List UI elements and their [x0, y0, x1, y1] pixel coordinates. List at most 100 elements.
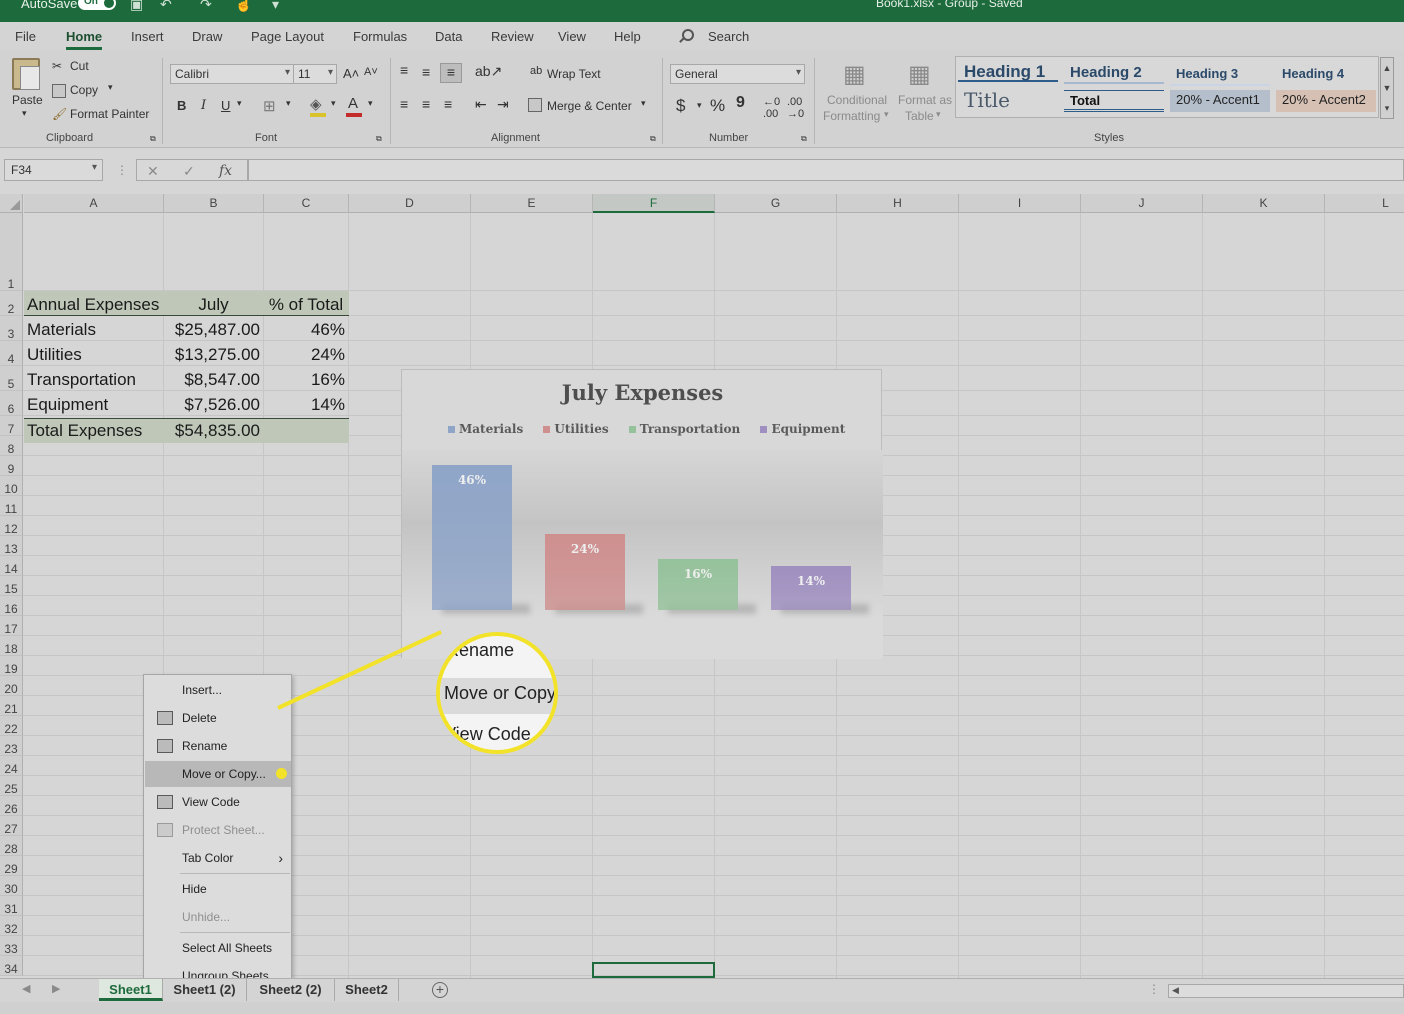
clipboard-launcher-icon[interactable]: ⧉ — [150, 134, 156, 144]
styles-scroll[interactable]: ▲ ▼ ▾ — [1380, 57, 1394, 119]
search-label[interactable]: Search — [708, 29, 749, 44]
alignment-launcher-icon[interactable]: ⧉ — [650, 134, 656, 144]
align-bottom-icon[interactable]: ≡ — [440, 63, 462, 83]
column-header-g[interactable]: G — [715, 194, 837, 213]
save-icon[interactable]: ▣ — [130, 0, 143, 13]
comma-button[interactable]: 9 — [736, 94, 745, 112]
menu-item-rename[interactable]: Rename — [145, 733, 291, 759]
copy-button[interactable]: Copy — [70, 83, 98, 97]
row-header-14[interactable]: 14 — [0, 556, 23, 576]
column-header-f[interactable]: F — [593, 194, 715, 213]
column-header-c[interactable]: C — [264, 194, 349, 213]
column-header-l[interactable]: L — [1325, 194, 1404, 213]
cell-c3[interactable]: 46% — [264, 317, 345, 342]
tab-insert[interactable]: Insert — [131, 29, 164, 44]
align-middle-icon[interactable]: ≡ — [422, 64, 430, 80]
cell-b6[interactable]: $7,526.00 — [164, 392, 260, 417]
chart[interactable]: July Expenses Materials Utilities Transp… — [401, 369, 883, 659]
menu-item-tab-color[interactable]: Tab Color › — [145, 845, 291, 871]
sheet-tab-sheet2[interactable]: Sheet2 — [335, 979, 399, 1001]
fill-color-icon[interactable]: ◈ — [310, 95, 322, 113]
chevron-left-icon[interactable]: ◀ — [22, 982, 30, 995]
tab-data[interactable]: Data — [435, 29, 462, 44]
active-cell-f34[interactable] — [592, 962, 715, 978]
select-all-button[interactable] — [0, 194, 23, 213]
cell-a4[interactable]: Utilities — [27, 342, 82, 367]
row-header-19[interactable]: 19 — [0, 656, 23, 676]
borders-icon[interactable]: ⊞ — [263, 97, 276, 115]
paste-icon[interactable] — [12, 58, 40, 90]
row-header-6[interactable]: 6 — [0, 391, 23, 416]
format-as-table-dropdown-icon[interactable]: ▾ — [936, 109, 941, 120]
italic-button[interactable]: I — [201, 98, 206, 113]
align-center-icon[interactable]: ≡ — [422, 96, 430, 112]
menu-item-delete[interactable]: Delete — [145, 705, 291, 731]
tab-review[interactable]: Review — [491, 29, 534, 44]
decrease-indent-icon[interactable]: ⇤ — [475, 96, 487, 113]
increase-decimal-icon[interactable]: ←0.00 — [763, 96, 780, 120]
format-as-table-label-2[interactable]: Table — [905, 109, 934, 123]
cell-a3[interactable]: Materials — [27, 317, 96, 342]
tab-view[interactable]: View — [558, 29, 586, 44]
merge-dropdown-icon[interactable]: ▾ — [641, 98, 646, 109]
menu-item-hide[interactable]: Hide — [145, 876, 291, 902]
font-color-dropdown-icon[interactable]: ▾ — [368, 98, 373, 109]
format-painter-button[interactable]: Format Painter — [70, 107, 149, 121]
row-header-26[interactable]: 26 — [0, 796, 23, 816]
cut-button[interactable]: Cut — [70, 59, 89, 73]
percent-button[interactable]: % — [710, 96, 725, 116]
font-color-icon[interactable]: A — [348, 95, 358, 112]
undo-icon[interactable]: ↶ — [160, 0, 172, 13]
paste-dropdown-icon[interactable]: ▾ — [22, 108, 27, 119]
column-header-e[interactable]: E — [471, 194, 593, 213]
cell-c2[interactable]: % of Total — [264, 292, 348, 317]
add-sheet-icon[interactable]: + — [432, 982, 448, 998]
row-header-13[interactable]: 13 — [0, 536, 23, 556]
bold-button[interactable]: B — [177, 98, 186, 113]
align-top-icon[interactable]: ≡ — [400, 62, 408, 78]
more-styles-icon[interactable]: ▾ — [1381, 98, 1393, 118]
row-header-28[interactable]: 28 — [0, 836, 23, 856]
column-header-k[interactable]: K — [1203, 194, 1325, 213]
cell-b4[interactable]: $13,275.00 — [164, 342, 260, 367]
number-launcher-icon[interactable]: ⧉ — [801, 134, 807, 144]
name-box[interactable]: F34 — [4, 159, 103, 181]
number-format-select[interactable]: General — [670, 64, 805, 84]
currency-dropdown-icon[interactable]: ▾ — [697, 100, 702, 111]
bar-transportation[interactable]: 16% — [658, 559, 738, 610]
row-header-9[interactable]: 9 — [0, 456, 23, 476]
format-as-table-icon[interactable]: ▦ — [908, 60, 931, 89]
wrap-text-button[interactable]: Wrap Text — [547, 67, 601, 81]
tab-draw[interactable]: Draw — [192, 29, 222, 44]
copy-dropdown-icon[interactable]: ▾ — [108, 82, 113, 93]
row-header-1[interactable]: 1 — [0, 213, 23, 291]
fill-color-dropdown-icon[interactable]: ▾ — [331, 98, 336, 109]
horizontal-scrollbar[interactable]: ◀ — [1168, 984, 1404, 998]
increase-indent-icon[interactable]: ⇥ — [497, 96, 509, 113]
conditional-formatting-icon[interactable]: ▦ — [843, 60, 866, 89]
bar-utilities[interactable]: 24% — [545, 534, 625, 610]
menu-item-protect-sheet[interactable]: Protect Sheet... — [145, 817, 291, 843]
redo-icon[interactable]: ↷ — [200, 0, 212, 13]
row-header-30[interactable]: 30 — [0, 876, 23, 896]
search-icon[interactable] — [682, 29, 694, 41]
row-header-17[interactable]: 17 — [0, 616, 23, 636]
row-header-7[interactable]: 7 — [0, 416, 23, 436]
cell-b5[interactable]: $8,547.00 — [164, 367, 260, 392]
cell-b3[interactable]: $25,487.00 — [164, 317, 260, 342]
bar-equipment[interactable]: 14% — [771, 565, 851, 610]
row-header-15[interactable]: 15 — [0, 576, 23, 596]
row-header-34[interactable]: 34 — [0, 956, 23, 976]
row-header-27[interactable]: 27 — [0, 816, 23, 836]
underline-button[interactable]: U — [221, 98, 230, 113]
row-header-3[interactable]: 3 — [0, 316, 23, 341]
column-header-a[interactable]: A — [24, 194, 164, 213]
conditional-formatting-label-1[interactable]: Conditional — [827, 93, 887, 107]
row-header-4[interactable]: 4 — [0, 341, 23, 366]
menu-item-view-code[interactable]: View Code — [145, 789, 291, 815]
row-header-23[interactable]: 23 — [0, 736, 23, 756]
sheet-tab-sheet1[interactable]: Sheet1 — [99, 979, 163, 1001]
paste-button[interactable]: Paste — [12, 93, 43, 107]
chevron-down-icon[interactable]: ▼ — [1381, 78, 1393, 98]
insert-function-button[interactable]: fx — [219, 163, 232, 179]
